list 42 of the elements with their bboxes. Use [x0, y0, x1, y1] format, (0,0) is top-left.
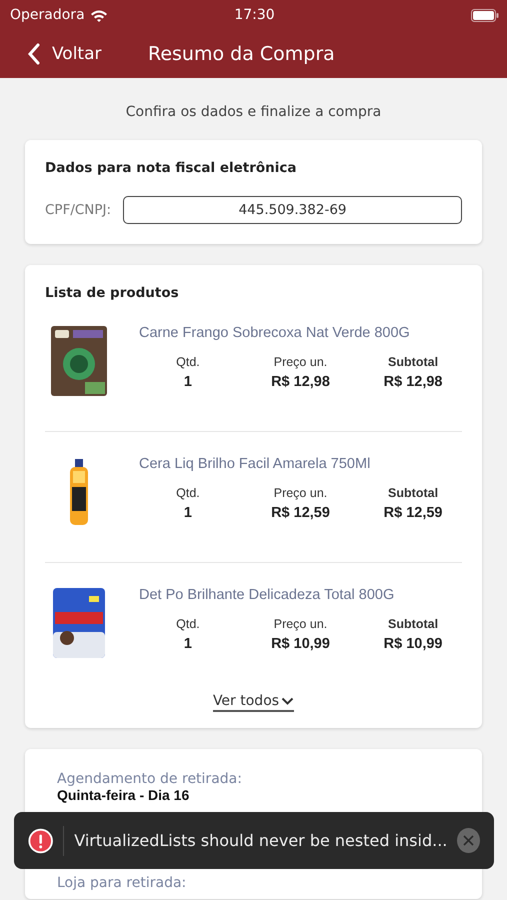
- quantity-value: 1: [184, 505, 192, 521]
- column-label: Qtd.: [176, 486, 200, 500]
- back-icon: [28, 43, 40, 65]
- column-label: Qtd.: [176, 617, 200, 631]
- quantity-value: 1: [184, 636, 192, 652]
- quantity-value: 1: [184, 374, 192, 390]
- column-label: Subtotal: [388, 355, 438, 369]
- column-label: Qtd.: [176, 355, 200, 369]
- chevron-down-icon: [281, 696, 294, 706]
- field-label: CPF/CNPJ:: [45, 202, 112, 218]
- column-label: Subtotal: [388, 486, 438, 500]
- price-value: R$ 12,98: [271, 374, 330, 390]
- subtotal-value: R$ 10,99: [384, 636, 442, 652]
- carrier-name: Operadora: [10, 7, 85, 23]
- price-value: R$ 10,99: [271, 636, 330, 652]
- column-label: Preço un.: [274, 355, 328, 369]
- battery-icon: [471, 8, 500, 22]
- card-title: Dados para nota fiscal eletrônica: [45, 160, 298, 176]
- schedule-label: Agendamento de retirada:: [57, 771, 243, 787]
- page-title: Resumo da Compra: [148, 43, 335, 65]
- product-name: Carne Frango Sobrecoxa Nat Verde 800G: [139, 325, 411, 341]
- subtotal-value: R$ 12,98: [384, 374, 442, 390]
- close-icon: [463, 835, 474, 846]
- schedule-day: Quinta-feira - Dia 16: [57, 787, 450, 803]
- subtotal-value: R$ 12,59: [384, 505, 442, 521]
- clock-time: 17:30: [234, 7, 275, 23]
- column-label: Subtotal: [388, 617, 438, 631]
- see-all-link[interactable]: Ver todos: [212, 693, 294, 712]
- product-name: Det Po Brilhante Delicadeza Total 800G: [139, 587, 396, 603]
- column-label: Preço un.: [274, 486, 328, 500]
- price-value: R$ 12,59: [271, 505, 330, 521]
- card-title: Lista de produtos: [45, 285, 180, 301]
- error-icon: [28, 826, 54, 854]
- wifi-icon: [90, 8, 108, 22]
- back-button[interactable]: Voltar: [28, 43, 148, 65]
- product-name: Cera Liq Brilho Facil Amarela 750Ml: [139, 456, 372, 472]
- toast-message: VirtualizedLists should never be nested insid...: [74, 831, 448, 850]
- instruction-text: Confira os dados e finalize a compra: [124, 104, 382, 120]
- close-button[interactable]: [457, 828, 480, 853]
- column-label: Preço un.: [274, 617, 328, 631]
- store-label: Loja para retirada:: [57, 875, 188, 891]
- cpf-field[interactable]: 445.509.382-69: [123, 196, 462, 224]
